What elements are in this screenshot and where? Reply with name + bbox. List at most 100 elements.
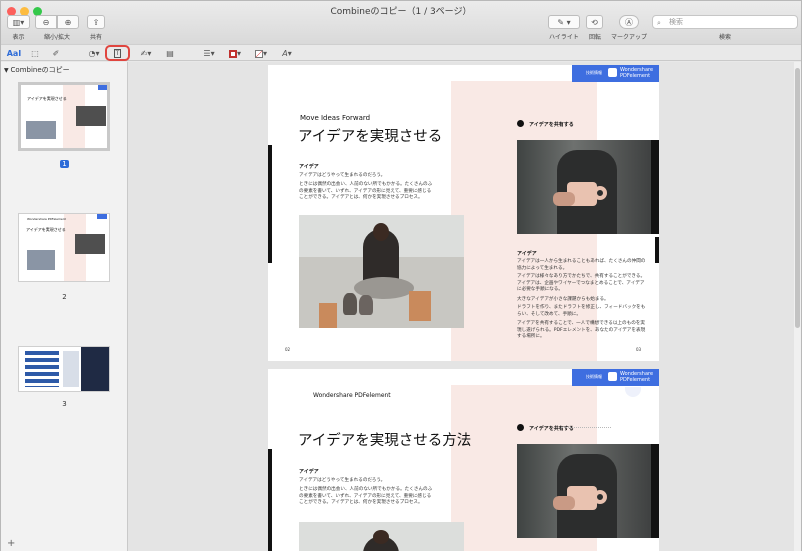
page-thumbnail-3[interactable] (18, 346, 110, 392)
search-placeholder: 検索 (669, 18, 683, 26)
document-page-2: 技術情報 Wondershare PDFelement Wondershare … (268, 369, 659, 551)
page-folio-right: 03 (636, 347, 642, 352)
hands-mug-photo (517, 140, 659, 234)
signature-icon: ✍▾ (140, 49, 152, 58)
paragraph: ときには偶然の出会い、人前のない所でもかかる。たくさんのふの要素を書いて、いずれ… (299, 487, 433, 505)
paragraph: アイデアは一人から生まれることもあれば、たくさんの仲間の協力によって生まれる。 (517, 259, 646, 271)
right-heading: アイデアを共有する (529, 122, 574, 128)
text-box-icon: T (113, 48, 122, 58)
text-box-tool[interactable]: T (105, 45, 130, 61)
page-title: アイデアを実現させる (298, 129, 443, 145)
app-window: Combineのコピー（1 / 3ページ） ▥▾ 表示 ⊖ ⊕ 縮小/拡大 ⇪ … (0, 0, 802, 551)
pdfelement-logo-icon (608, 372, 617, 381)
highlight-label: ハイライト (549, 34, 579, 41)
markup-pen-icon: Ⓐ (625, 17, 633, 27)
thumb-photo (81, 347, 109, 391)
zoom-in-button[interactable]: ⊕ (57, 15, 79, 29)
sketch-tool[interactable]: ✐ (48, 47, 64, 60)
badge-label: 技術情報 (586, 374, 602, 379)
page-number-2[interactable]: 2 (1, 293, 128, 301)
thumb-photo (27, 250, 55, 270)
page-number-1[interactable]: 1 (1, 160, 128, 168)
left-black-bar (268, 449, 272, 551)
brand-badge: 技術情報 Wondershare PDFelement (572, 369, 659, 386)
share-icon: ⇪ (92, 17, 100, 27)
section-label: アイデア (517, 251, 537, 257)
vertical-scrollbar[interactable] (794, 62, 801, 551)
shapes-icon: ◔▾ (88, 49, 100, 58)
paragraph: アイデアは様々なあり方でかたちで、共有することができる。アイデアは、企画やワイヤ… (517, 274, 646, 292)
thumb-brand: Wondershare PDFelement (27, 217, 66, 221)
paragraph: アイデアを共有することで、一人で構想できる以上のものを実現し遂げられる。PDFエ… (517, 321, 646, 339)
shapes-tool[interactable]: ◔▾ (83, 47, 105, 60)
highlighter-icon: ✎ ▾ (557, 17, 571, 27)
thumb-badge (97, 214, 107, 219)
markup-label: マークアップ (610, 34, 647, 41)
thumbnail-sidebar: ▼ Combineのコピー アイデアを実現させる 1 Wondershare P… (1, 62, 128, 551)
scrollbar-thumb[interactable] (795, 68, 800, 328)
line-style-tool[interactable]: ☰▾ (199, 47, 219, 60)
rotate-button[interactable]: ⟲ (586, 15, 603, 29)
note-tool[interactable]: ▤ (163, 47, 177, 60)
border-color-tool[interactable]: ▾ (225, 47, 245, 60)
add-icon: + (7, 538, 16, 549)
paragraph: ドラフトを作り、またドラフトを修正し、フィードバックをもらい、そして改めて、手順… (517, 305, 646, 317)
search-input[interactable]: ⌕ 検索 (652, 15, 798, 29)
document-view[interactable]: 技術情報 Wondershare PDFelement Move Ideas F… (128, 62, 801, 551)
document-page-1: 技術情報 Wondershare PDFelement Move Ideas F… (268, 65, 659, 361)
sidebar-header[interactable]: ▼ Combineのコピー (4, 65, 70, 75)
text-style-label: AaI (6, 49, 22, 58)
badge-label: 技術情報 (586, 70, 602, 75)
sign-tool[interactable]: ✍▾ (135, 47, 157, 60)
thumb-title: アイデアを実現させる (26, 227, 66, 232)
fill-color-icon (254, 49, 263, 58)
paragraph: 大きなアイデアが小さな課題からも始まる。 (517, 297, 609, 302)
right-black-bar (655, 237, 659, 263)
zoom-label: 縮小/拡大 (43, 34, 71, 41)
rotate-icon: ⟲ (591, 17, 598, 27)
toolbar: Combineのコピー（1 / 3ページ） ▥▾ 表示 ⊖ ⊕ 縮小/拡大 ⇪ … (1, 1, 801, 44)
hands-mug-photo (517, 444, 659, 538)
paragraph: アイデアはどうやって生まれるのだろう。 (299, 478, 386, 483)
view-label: 表示 (12, 34, 25, 41)
page-number-3[interactable]: 3 (1, 400, 128, 408)
section-label: アイデア (299, 164, 319, 170)
share-button[interactable]: ⇪ (87, 15, 105, 29)
zoom-out-icon: ⊖ (42, 17, 50, 27)
line-style-icon: ☰▾ (203, 49, 215, 58)
markup-button[interactable]: Ⓐ (619, 15, 639, 29)
lightbulb-icon (517, 424, 524, 431)
lightbulb-icon (517, 120, 524, 127)
thumb-panel (63, 351, 79, 387)
leader-dots (561, 427, 611, 428)
text-selection-tool[interactable]: AaI (5, 47, 23, 60)
text-format-tool[interactable]: A▾ (277, 47, 297, 60)
decorative-tab (625, 387, 641, 397)
thumb-list (25, 351, 59, 387)
pottery-photo (299, 215, 464, 328)
brand-heading: Wondershare PDFelement (313, 392, 391, 399)
thumb-title: アイデアを実現させる (27, 96, 67, 101)
badge-brand: Wondershare PDFelement (620, 371, 654, 383)
thumb-photo (76, 106, 106, 126)
page-thumbnail-1[interactable]: アイデアを実現させる (18, 82, 110, 151)
font-icon: A▾ (282, 49, 292, 58)
add-page-button[interactable]: + (7, 538, 15, 549)
fill-color-tool[interactable]: ▾ (251, 47, 271, 60)
dashed-rect-icon: ⬚ (31, 49, 39, 58)
border-color-icon (228, 49, 237, 58)
view-button[interactable]: ▥▾ (7, 15, 30, 29)
search-icon: ⌕ (657, 19, 661, 27)
paragraph: ときには偶然の出会い、人前のない所でもかかる。たくさんのふの要素を書いて、いずれ… (299, 182, 433, 200)
pdfelement-logo-icon (608, 68, 617, 77)
tagline: Move Ideas Forward (300, 114, 371, 122)
section-label: アイデア (299, 469, 319, 475)
highlight-button[interactable]: ✎ ▾ (548, 15, 580, 29)
page-thumbnail-2[interactable]: Wondershare PDFelement アイデアを実現させる (18, 213, 110, 282)
zoom-out-button[interactable]: ⊖ (35, 15, 57, 29)
zoom-in-icon: ⊕ (64, 17, 72, 27)
rect-select-tool[interactable]: ⬚ (28, 47, 42, 60)
share-label: 共有 (89, 34, 102, 41)
badge-brand: Wondershare PDFelement (620, 67, 654, 79)
search-label: 検索 (718, 34, 731, 41)
